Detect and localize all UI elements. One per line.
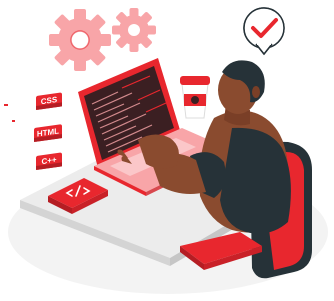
check-badge-icon xyxy=(243,7,285,56)
tag-html: HTML xyxy=(34,124,62,142)
tag-css: CSS xyxy=(36,92,62,110)
gear-icon-small xyxy=(112,8,156,52)
coffee-cup xyxy=(180,76,210,119)
gear-icon-large xyxy=(49,9,111,71)
tag-cpp: C++ xyxy=(36,152,62,170)
decoration-dashes xyxy=(4,104,15,122)
illustration: CSS HTML C++ xyxy=(0,0,334,301)
